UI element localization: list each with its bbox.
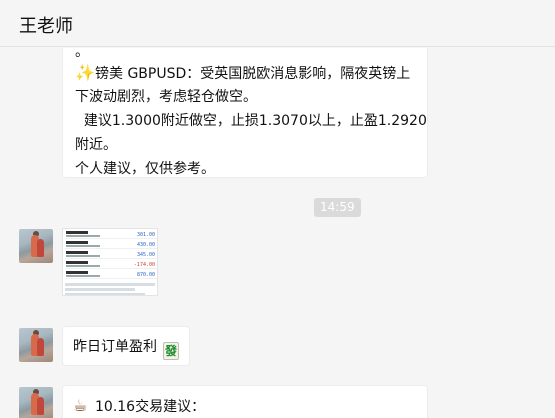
chat-title: 王老师 — [19, 16, 73, 37]
avatar[interactable] — [19, 328, 53, 362]
message-text: 10.16交易建议： — [95, 399, 206, 415]
message-text: 昨日订单盈利 — [73, 339, 157, 355]
screenshot-row: 870.00 — [65, 271, 157, 279]
message-bubble-profit[interactable]: 昨日订单盈利發 — [62, 326, 190, 366]
chat-area[interactable]: 。 ✨镑美 GBPUSD：受英国脱欧消息影响，隔夜英镑上 下波动剧烈，考虑轻仓做… — [0, 48, 555, 418]
message-line: 建议1.3000附近做空，止损1.3070以上，止盈1.2920 — [75, 113, 427, 129]
message-bubble-trade-advice[interactable]: ☕ 10.16交易建议： — [62, 385, 428, 418]
screenshot-row: 345.00 — [65, 251, 157, 259]
message-line: 。 — [75, 48, 89, 60]
coffee-cup-icon: ☕ — [73, 396, 88, 415]
avatar[interactable] — [19, 387, 53, 418]
message-bubble-gbpusd[interactable]: 。 ✨镑美 GBPUSD：受英国脱欧消息影响，隔夜英镑上 下波动剧烈，考虑轻仓做… — [62, 48, 428, 178]
message-line: 下波动剧烈，考虑轻仓做空。 — [75, 89, 257, 105]
message-line: 附近。 — [75, 137, 117, 153]
image-message-trade-screenshot[interactable]: 301.00 430.00 345.00 -174.00 870.00 — [62, 228, 158, 296]
screenshot-row: -174.00 — [65, 261, 157, 269]
message-timestamp: 14:59 — [314, 198, 361, 217]
message-line: ✨镑美 GBPUSD：受英国脱欧消息影响，隔夜英镑上 — [75, 61, 417, 85]
chat-header: 王老师 — [0, 0, 555, 47]
sparkles-icon: ✨ — [75, 63, 95, 82]
screenshot-row: 430.00 — [65, 241, 157, 249]
message-line: 个人建议，仅供参考。 — [75, 161, 215, 177]
mahjong-tile-icon: 發 — [163, 342, 179, 360]
avatar[interactable] — [19, 229, 53, 263]
screenshot-row: 301.00 — [65, 231, 157, 239]
